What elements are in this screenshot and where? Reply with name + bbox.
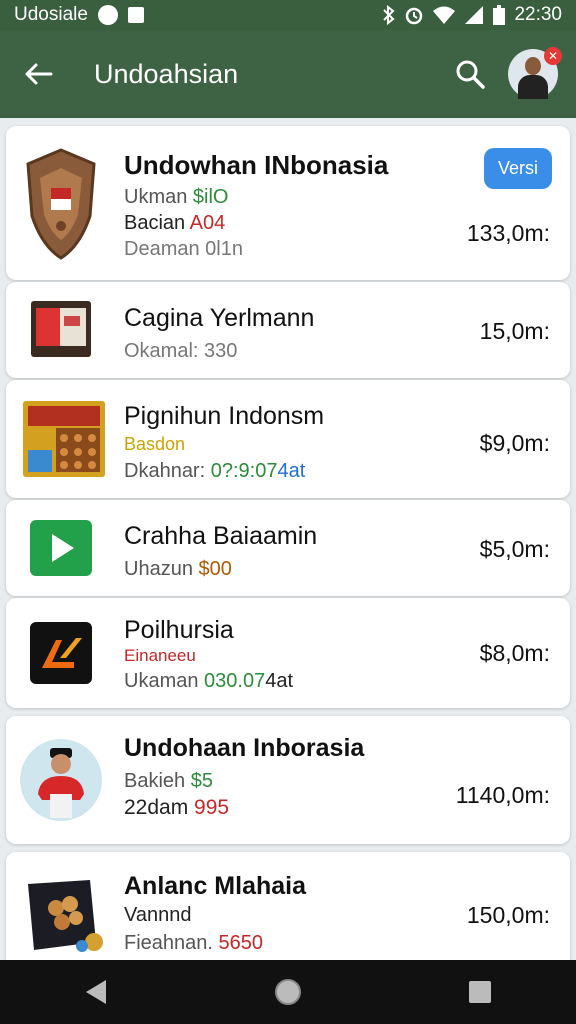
detail-value: 030.07 — [204, 670, 266, 692]
nav-recents-button[interactable] — [450, 962, 510, 1022]
status-bar: Udosiale 22:30 — [0, 0, 576, 30]
back-button[interactable] — [18, 54, 58, 94]
triangle-back-icon — [86, 980, 106, 1004]
detail-value: 5650 — [218, 932, 264, 954]
item-price: $5,0m: — [479, 536, 550, 562]
item-detail: Fieahnan. 5650 — [124, 932, 263, 955]
list-item[interactable]: Undowhan INbonasia Ukman $ilO Bacian A04… — [6, 126, 570, 280]
detail-label: Fieahnan. — [124, 932, 219, 954]
detail-value: $ilO — [192, 186, 229, 208]
item-price: $9,0m: — [479, 430, 550, 456]
item-detail: Vannnd — [124, 904, 192, 926]
circle-home-icon — [275, 979, 301, 1005]
item-detail: Bacian A04 — [124, 212, 225, 235]
list-item[interactable]: Anlanc Mlahaia Vannnd Fieahnan. 5650 150… — [6, 852, 570, 960]
item-price: 15,0m: — [479, 318, 550, 344]
emblem-icon — [26, 148, 96, 260]
item-price: 150,0m: — [466, 902, 550, 928]
item-name: Undohaan Inborasia — [124, 734, 365, 762]
nav-home-button[interactable] — [258, 962, 318, 1022]
app-bar: Undoahsian ✕ — [0, 30, 576, 118]
detail-label: Dkahnar: — [124, 460, 211, 482]
notification-dot: ✕ — [544, 47, 562, 65]
detail-value: 4at — [265, 670, 294, 692]
item-price: 1140,0m: — [455, 782, 550, 808]
k-logo-icon — [30, 622, 92, 684]
battery-icon — [493, 5, 506, 25]
search-button[interactable] — [448, 52, 492, 96]
detail-value: A04 — [189, 212, 226, 234]
nav-back-button[interactable] — [66, 962, 126, 1022]
person-avatar-icon — [20, 739, 102, 821]
item-name: Poilhursia — [124, 616, 234, 644]
list-item[interactable]: Poilhursia Einaneeu Ukaman 030.074at $8,… — [6, 598, 570, 708]
item-detail: Uhazun $00 — [124, 558, 232, 581]
search-icon — [456, 60, 485, 89]
square-recents-icon — [469, 981, 491, 1003]
detail-value: $5 — [190, 770, 213, 792]
version-button[interactable]: Versi — [483, 148, 552, 189]
detail-label: Bakieh — [124, 770, 191, 792]
notification-app-icon — [97, 5, 118, 25]
play-store-icon — [30, 520, 92, 576]
item-detail: Okamal: 330 — [124, 340, 238, 362]
snack-box-icon — [23, 401, 105, 477]
status-time: 22:30 — [514, 4, 562, 25]
item-detail: Ukman $ilO — [124, 186, 228, 209]
item-name: Anlanc Mlahaia — [124, 872, 306, 900]
list-item[interactable]: Pignihun Indonsm Basdon Dkahnar: 0?:9:07… — [6, 380, 570, 498]
item-detail: Dkahnar: 0?:9:074at — [124, 460, 305, 483]
detail-value: 4at — [277, 460, 306, 482]
item-name: Undowhan INbonasia — [124, 150, 389, 180]
profile-avatar[interactable]: ✕ — [508, 47, 562, 99]
list-item[interactable]: Undohaan Inborasia Bakieh $5 22dam 995 1… — [6, 716, 570, 844]
list-item[interactable]: Cagina Yerlmann Okamal: 330 15,0m: — [6, 282, 570, 378]
notification-square-icon — [127, 7, 144, 23]
list-item[interactable]: Crahha Baiaamin Uhazun $00 $5,0m: — [6, 500, 570, 596]
system-nav-bar — [0, 960, 576, 1024]
arrow-left-icon — [25, 63, 53, 85]
wifi-icon — [433, 6, 456, 24]
detail-value: $00 — [198, 558, 232, 580]
item-price: 133,0m: — [466, 220, 550, 246]
item-name: Pignihun Indonsm — [124, 402, 325, 430]
alarm-icon — [406, 7, 423, 25]
cookie-pack-icon — [28, 880, 103, 952]
page-title: Undoahsian — [94, 58, 239, 89]
detail-label: Ukaman — [124, 670, 205, 692]
item-detail: Ukaman 030.074at — [124, 670, 293, 693]
item-detail: Bakieh $5 — [124, 770, 213, 793]
item-detail: Basdon — [124, 434, 186, 454]
item-detail: Einaneeu — [124, 646, 196, 665]
detail-label: 22dam — [124, 796, 195, 819]
detail-value: 995 — [194, 796, 230, 819]
signal-icon — [465, 6, 484, 24]
item-price: $8,0m: — [479, 640, 550, 666]
bluetooth-icon — [383, 5, 395, 25]
product-list: Undowhan INbonasia Ukman $ilO Bacian A04… — [0, 118, 576, 960]
tv-screen-icon — [31, 301, 91, 357]
item-detail: 22dam 995 — [124, 796, 229, 820]
item-name: Cagina Yerlmann — [124, 304, 315, 332]
detail-value: 0?:9:07 — [210, 460, 278, 482]
detail-label: Bacian — [124, 212, 190, 234]
detail-label: Ukman — [124, 186, 193, 208]
item-detail: Deaman 0l1n — [124, 238, 243, 260]
item-name: Crahha Baiaamin — [124, 522, 318, 550]
detail-label: Uhazun — [124, 558, 199, 580]
status-carrier: Udosiale — [14, 4, 88, 25]
